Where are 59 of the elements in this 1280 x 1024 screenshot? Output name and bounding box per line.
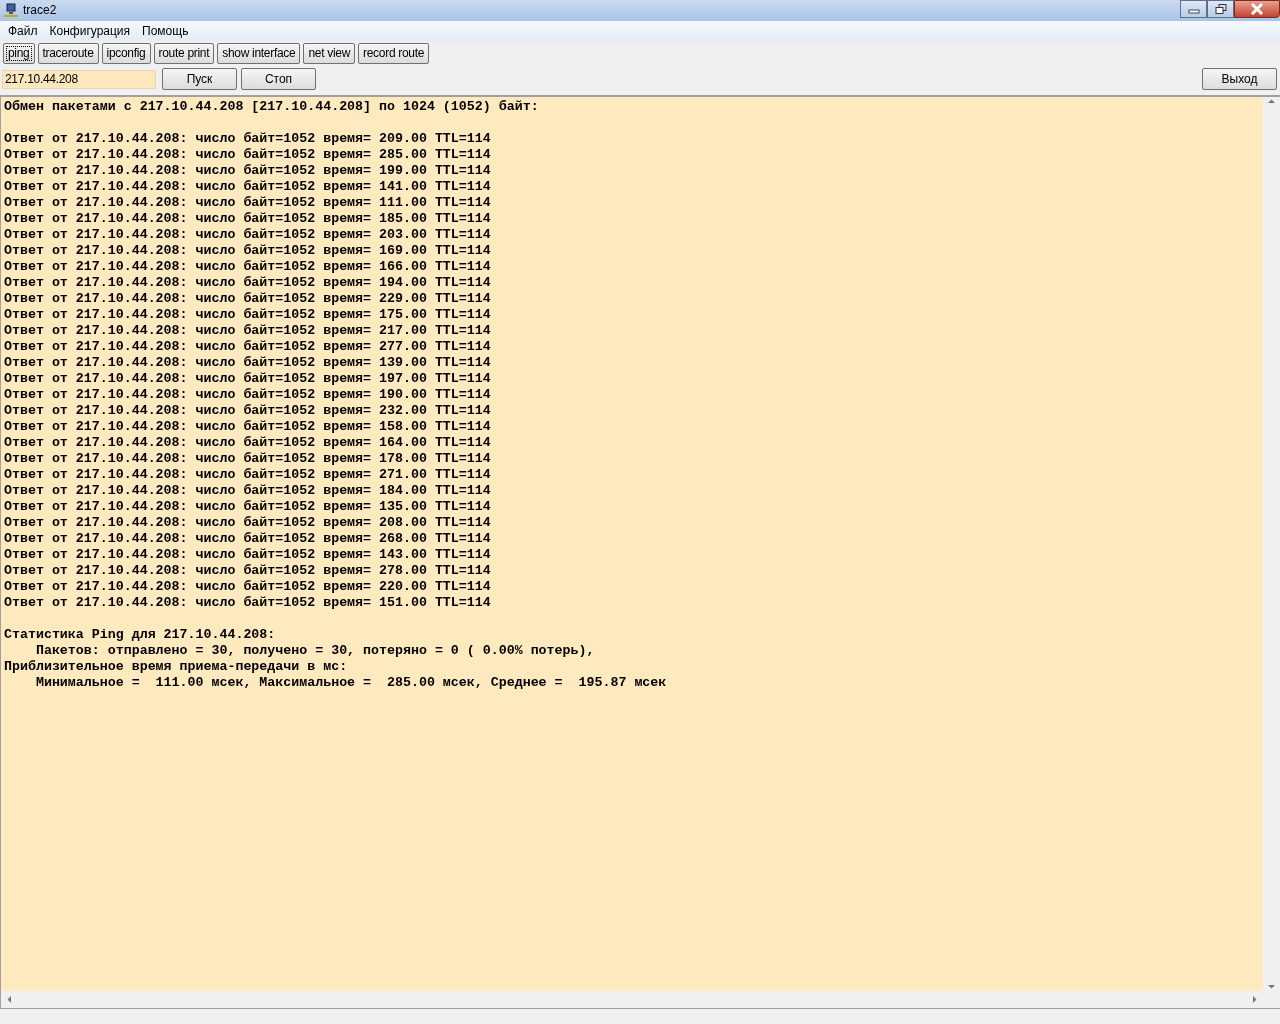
output-line: Ответ от 217.10.44.208: число байт=1052 время= 141.00 TTL=114	[4, 178, 492, 195]
output-line: Ответ от 217.10.44.208: число байт=1052 время= 143.00 TTL=114	[4, 546, 492, 563]
output-line: Ответ от 217.10.44.208: число байт=1052 время= 229.00 TTL=114	[4, 290, 492, 307]
minimize-button[interactable]	[1180, 0, 1207, 18]
output-line: Ответ от 217.10.44.208: число байт=1052 время= 190.00 TTL=114	[4, 386, 492, 403]
close-button[interactable]	[1234, 0, 1280, 18]
tool-button[interactable]: show interface	[217, 42, 301, 64]
output-line: Ответ от 217.10.44.208: число байт=1052 время= 151.00 TTL=114	[4, 594, 492, 611]
tool-button[interactable]: traceroute	[37, 42, 99, 64]
window-title: trace2	[23, 3, 58, 18]
output-line: Ответ от 217.10.44.208: число байт=1052 время= 135.00 TTL=114	[4, 498, 492, 515]
output-line: Ответ от 217.10.44.208: число байт=1052 время= 217.00 TTL=114	[4, 322, 492, 339]
output-line: Ответ от 217.10.44.208: число байт=1052 время= 169.00 TTL=114	[4, 242, 492, 259]
menu-item[interactable]: Помощь	[136, 23, 195, 38]
output-line: Ответ от 217.10.44.208: число байт=1052 время= 111.00 TTL=114	[4, 194, 492, 211]
exit-button[interactable]: Выход	[1202, 68, 1277, 91]
output-line: Ответ от 217.10.44.208: число байт=1052 время= 175.00 TTL=114	[4, 306, 492, 323]
output-line: Ответ от 217.10.44.208: число байт=1052 время= 220.00 TTL=114	[4, 578, 492, 595]
action-button[interactable]: Стоп	[241, 68, 316, 91]
tool-button[interactable]: record route	[358, 42, 430, 64]
tool-button[interactable]: ping	[3, 42, 35, 64]
output-line: Ответ от 217.10.44.208: число байт=1052 время= 166.00 TTL=114	[4, 258, 492, 275]
computer-icon	[4, 3, 18, 18]
menu-item[interactable]: Файл	[2, 23, 44, 38]
output-line: Приблизительное время приема-передачи в мс:	[4, 658, 349, 675]
output-line: Ответ от 217.10.44.208: число байт=1052 время= 271.00 TTL=114	[4, 466, 492, 483]
output-line: Минимальное = 111.00 мсек, Максимальное = 285.00 мсек, Среднее = 195.87 мсек	[34, 674, 668, 691]
tool-button[interactable]: ipconfig	[101, 42, 151, 64]
output-line: Статистика Ping для 217.10.44.208:	[4, 626, 277, 643]
output-line: Ответ от 217.10.44.208: число байт=1052 время= 185.00 TTL=114	[4, 210, 492, 227]
scroll-right-icon[interactable]	[1250, 995, 1259, 1004]
output-line: Ответ от 217.10.44.208: число байт=1052 время= 203.00 TTL=114	[4, 226, 492, 243]
restore-button[interactable]	[1207, 0, 1234, 18]
output-line: Ответ от 217.10.44.208: число байт=1052 время= 178.00 TTL=114	[4, 450, 492, 467]
tool-button[interactable]: route print	[153, 42, 215, 64]
output-line: Ответ от 217.10.44.208: число байт=1052 время= 285.00 TTL=114	[4, 146, 492, 163]
output-line: Ответ от 217.10.44.208: число байт=1052 время= 232.00 TTL=114	[4, 402, 492, 419]
output-line: Ответ от 217.10.44.208: число байт=1052 время= 209.00 TTL=114	[4, 130, 492, 147]
output-line: Ответ от 217.10.44.208: число байт=1052 время= 197.00 TTL=114	[4, 370, 492, 387]
scroll-down-icon[interactable]	[1267, 982, 1276, 991]
output-line: Ответ от 217.10.44.208: число байт=1052 время= 164.00 TTL=114	[4, 434, 492, 451]
output-line: Обмен пакетами с 217.10.44.208 [217.10.44.208] по 1024 (1052) байт:	[4, 98, 540, 115]
host-field[interactable]: 217.10.44.208	[2, 69, 156, 89]
output-line: Ответ от 217.10.44.208: число байт=1052 время= 278.00 TTL=114	[4, 562, 492, 579]
scroll-left-icon[interactable]	[5, 995, 14, 1004]
output-line: Ответ от 217.10.44.208: число байт=1052 время= 184.00 TTL=114	[4, 482, 492, 499]
output-line: Ответ от 217.10.44.208: число байт=1052 время= 139.00 TTL=114	[4, 354, 492, 371]
output-line: Ответ от 217.10.44.208: число байт=1052 время= 194.00 TTL=114	[4, 274, 492, 291]
output-line: Ответ от 217.10.44.208: число байт=1052 время= 208.00 TTL=114	[4, 514, 492, 531]
menu-item[interactable]: Конфигурация	[43, 23, 137, 38]
output-line: Ответ от 217.10.44.208: число байт=1052 время= 277.00 TTL=114	[4, 338, 492, 355]
output-line: Ответ от 217.10.44.208: число байт=1052 время= 268.00 TTL=114	[4, 530, 492, 547]
tool-button[interactable]: net view	[303, 42, 356, 64]
restore-icon	[1214, 4, 1227, 14]
action-button[interactable]: Пуск	[162, 68, 237, 91]
output-line: Ответ от 217.10.44.208: число байт=1052 время= 158.00 TTL=114	[4, 418, 492, 435]
output-line: Ответ от 217.10.44.208: число байт=1052 время= 199.00 TTL=114	[4, 162, 492, 179]
close-icon	[1250, 3, 1264, 15]
output-line: Пакетов: отправлено = 30, получено = 30, потеряно = 0 ( 0.00% потерь),	[34, 642, 596, 659]
